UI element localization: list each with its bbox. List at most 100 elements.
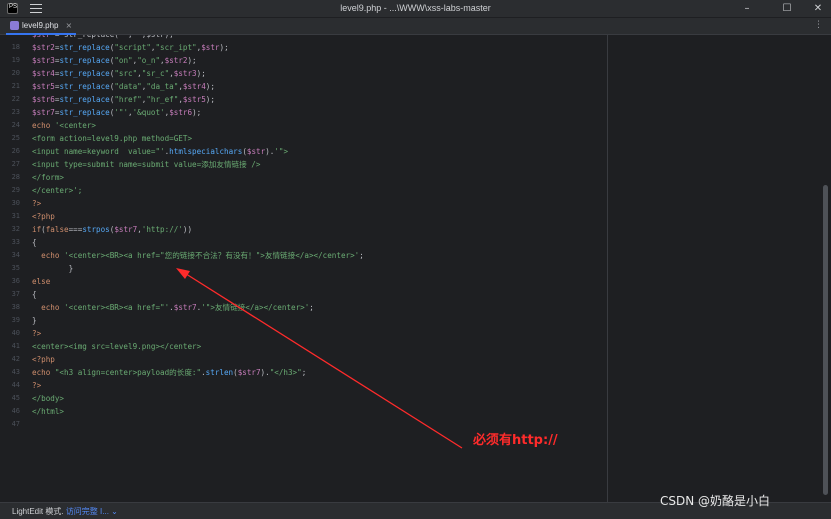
code-line[interactable]: $str2=str_replace("script","scr_ipt",$st… xyxy=(32,41,229,54)
window-title: level9.php - ...\WWW\xss-labs-master xyxy=(340,3,491,13)
code-line[interactable]: </body> xyxy=(32,392,64,405)
more-options-icon[interactable]: ⋮ xyxy=(814,20,823,30)
code-token: === xyxy=(68,225,83,234)
scrollbar-thumb[interactable] xyxy=(823,185,828,495)
code-token: </form> xyxy=(32,173,65,182)
code-token: str_replace xyxy=(59,43,110,52)
line-number: 38 xyxy=(11,303,20,311)
code-token: $str3 xyxy=(173,69,197,78)
code-token: "</h3>" xyxy=(269,368,302,377)
full-ide-link[interactable]: 访问完整 I... xyxy=(66,507,109,516)
maximize-button[interactable]: ☐ xyxy=(775,2,799,16)
right-margin-guide xyxy=(607,35,608,502)
code-token: $str6 xyxy=(32,95,55,104)
code-token: </body> xyxy=(32,394,65,403)
code-token: $str7 xyxy=(237,368,261,377)
code-line[interactable]: $str3=str_replace("on","o_n",$str2); xyxy=(32,54,197,67)
code-line[interactable]: else xyxy=(32,275,50,288)
code-token: else xyxy=(32,277,51,286)
lightedit-mode-label: LightEdit 模式. xyxy=(12,507,64,516)
code-line[interactable]: $str5=str_replace("data","da_ta",$str4); xyxy=(32,80,215,93)
code-token: ). xyxy=(265,147,275,156)
code-token: ?> xyxy=(32,381,42,390)
code-line[interactable]: $str6=str_replace("href","hr_ef",$str5); xyxy=(32,93,215,106)
code-line[interactable]: <center><img src=level9.png></center> xyxy=(32,340,201,353)
line-number: 41 xyxy=(11,342,20,350)
code-line[interactable]: { xyxy=(32,236,37,249)
code-token: $str2 xyxy=(164,56,188,65)
code-token: <form action=level9.php method=GET> xyxy=(32,134,193,143)
code-line[interactable]: } xyxy=(32,314,37,327)
php-file-icon xyxy=(10,21,19,30)
code-token: echo xyxy=(32,303,65,312)
line-number: 39 xyxy=(11,316,20,324)
line-number-gutter: 18 19 20 21 22 23 24 25 26 27 28 29 30 31 32 33 34 35 36 37… xyxy=(0,35,30,502)
code-token: <?php xyxy=(32,355,55,364)
code-token: )) xyxy=(182,225,193,234)
code-line[interactable]: if(false===strpos($str7,'http://')) xyxy=(32,223,192,236)
code-editor[interactable]: 18 19 20 21 22 23 24 25 26 27 28 29 30 31 32 33 34 35 36 37… xyxy=(0,35,831,502)
code-line[interactable]: echo '<center><BR><a href="您的链接不合法？有没有！"… xyxy=(32,249,364,262)
code-line[interactable]: echo '<center><BR><a href="'.$str7.'">友情… xyxy=(32,301,314,314)
code-token: "script" xyxy=(114,43,151,52)
code-line[interactable]: { xyxy=(32,288,37,301)
line-number: 33 xyxy=(11,238,20,246)
close-window-button[interactable]: ✕ xyxy=(806,2,830,16)
code-token: '"' xyxy=(114,108,129,117)
code-line[interactable]: } xyxy=(32,262,74,275)
line-number: 40 xyxy=(11,329,20,337)
code-token: { xyxy=(32,290,37,299)
code-token: "scr_ipt" xyxy=(155,43,197,52)
code-line[interactable]: echo '<center> xyxy=(32,119,96,132)
code-token: '&quot' xyxy=(132,108,165,117)
code-line[interactable]: echo "<h3 align=center>payload的长度:".strl… xyxy=(32,366,306,379)
code-line[interactable]: <form action=level9.php method=GET> xyxy=(32,132,192,145)
tab-close-icon[interactable]: × xyxy=(65,21,72,30)
line-number: 27 xyxy=(11,160,20,168)
code-line[interactable]: <input name=keyword value="'.htmlspecial… xyxy=(32,145,288,158)
code-line[interactable]: <?php xyxy=(32,210,55,223)
code-token: "data" xyxy=(114,82,142,91)
code-token: { xyxy=(32,238,37,247)
code-line[interactable]: </center>'; xyxy=(32,184,82,197)
line-number: 46 xyxy=(11,407,20,415)
code-token: $str5 xyxy=(182,95,206,104)
status-mode: LightEdit 模式. 访问完整 I... ⌄ xyxy=(12,506,118,517)
line-number: 21 xyxy=(11,82,20,90)
code-token: <center><img src=level9.png></center> xyxy=(32,342,202,351)
code-token: $str5 xyxy=(32,82,55,91)
tab-label: level9.php xyxy=(22,21,59,30)
code-line[interactable]: <?php xyxy=(32,353,55,366)
line-number: 37 xyxy=(11,290,20,298)
code-token: ; xyxy=(301,368,307,377)
line-number: 43 xyxy=(11,368,20,376)
code-line[interactable]: $str4=str_replace("src","sr_c",$str3); xyxy=(32,67,206,80)
chevron-down-icon[interactable]: ⌄ xyxy=(111,507,118,516)
line-number: 44 xyxy=(11,381,20,389)
minimize-button[interactable]: – xyxy=(735,2,759,16)
line-number: 19 xyxy=(11,56,20,64)
code-token: $str xyxy=(201,43,220,52)
code-line[interactable]: <input type=submit name=submit value=添加友… xyxy=(32,158,260,171)
line-number: 47 xyxy=(11,420,20,428)
line-number: 34 xyxy=(11,251,20,259)
code-token: ; xyxy=(309,303,314,312)
code-line[interactable]: ?> xyxy=(32,379,41,392)
code-token: = str_replace("","",$str); xyxy=(55,35,174,39)
code-line[interactable]: ?> xyxy=(32,327,41,340)
code-token: ); xyxy=(196,69,206,78)
line-number: 30 xyxy=(11,199,20,207)
code-token: str_replace xyxy=(59,69,110,78)
code-line[interactable]: ?> xyxy=(32,197,41,210)
code-token: '<center><BR><a href="您的链接不合法？有没有！">友情链接… xyxy=(64,251,360,260)
code-line[interactable]: $str7=str_replace('"','&quot',$str6); xyxy=(32,106,201,119)
code-token: $str7 xyxy=(173,303,197,312)
code-token: if xyxy=(32,225,42,234)
code-token: 'http://' xyxy=(141,225,183,234)
tab-level9-php[interactable]: level9.php × xyxy=(6,18,77,35)
code-token: "src" xyxy=(114,69,138,78)
code-line[interactable]: </html> xyxy=(32,405,64,418)
code-line[interactable]: </form> xyxy=(32,171,64,184)
code-token: ); xyxy=(205,82,215,91)
line-number: 32 xyxy=(11,225,20,233)
